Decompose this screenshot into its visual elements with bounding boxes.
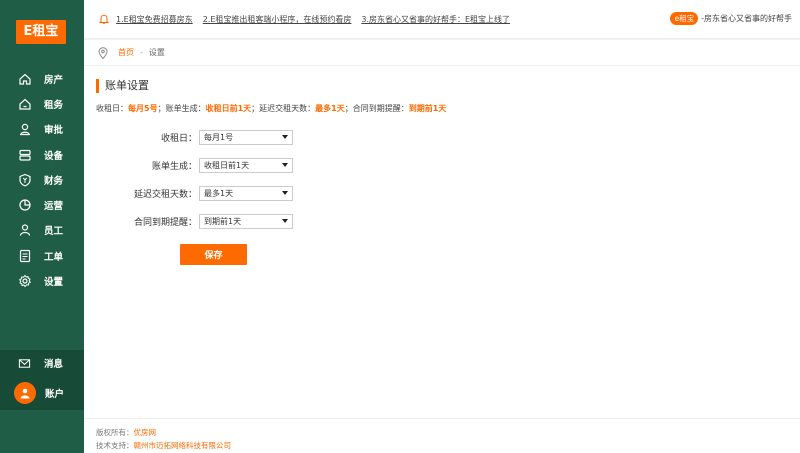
select-value: 最多1天 bbox=[204, 188, 234, 198]
sidebar-nav: 房产 租务 审批 设备 财务 运营 员工 工单 设置 bbox=[0, 66, 84, 294]
summary-key: ；合同到期提醒： bbox=[344, 104, 409, 113]
sidebar-item-label: 审批 bbox=[44, 125, 64, 137]
top-brand: e租宝 -房东省心又省事的好帮手 bbox=[670, 12, 792, 25]
sidebar: E租宝 房产 租务 审批 设备 财务 运营 员工 工单 设置 消息 账户 bbox=[0, 0, 84, 453]
form-row-bill-generation: 账单生成： 收租日前1天 bbox=[84, 157, 800, 173]
breadcrumb-current: 设置 bbox=[148, 48, 165, 57]
chevron-down-icon bbox=[282, 135, 288, 139]
sidebar-item-label: 房产 bbox=[44, 74, 64, 86]
home-key-icon bbox=[19, 98, 31, 110]
summary-value: 到期前1天 bbox=[408, 104, 447, 113]
contract-reminder-label: 合同到期提醒： bbox=[133, 217, 197, 228]
support-label: 技术支持： bbox=[96, 441, 134, 450]
person-icon bbox=[19, 224, 31, 237]
select-value: 收租日前1天 bbox=[204, 160, 250, 170]
contract-reminder-select[interactable]: 到期前1天 bbox=[199, 213, 293, 229]
bill-generation-select[interactable]: 收租日前1天 bbox=[199, 157, 293, 173]
sidebar-item-account[interactable]: 账户 bbox=[0, 380, 84, 406]
bill-generation-label: 账单生成： bbox=[151, 161, 197, 172]
sidebar-item-label: 设备 bbox=[44, 150, 64, 162]
sidebar-item-label: 工单 bbox=[44, 251, 64, 263]
gear-icon bbox=[18, 274, 32, 288]
rent-day-label: 收租日： bbox=[160, 133, 197, 144]
copyright-line: 版权所有：优房网 bbox=[96, 427, 156, 438]
sidebar-item-device[interactable]: 设备 bbox=[0, 142, 84, 167]
form-row-contract-reminder: 合同到期提醒： 到期前1天 bbox=[84, 213, 800, 229]
house-icon bbox=[19, 73, 31, 85]
chevron-down-icon bbox=[282, 191, 288, 195]
summary-key: 收租日： bbox=[96, 104, 128, 113]
chevron-down-icon bbox=[282, 163, 288, 167]
mail-icon bbox=[18, 358, 31, 368]
page-footer: 版权所有：优房网 技术支持：赣州市迈拓网络科技有限公司 bbox=[84, 418, 800, 453]
notice-list: 1.E租宝免费招募房东 2.E租宝推出租客端小程序，在线预约看房 3.房东省心又… bbox=[98, 13, 520, 25]
sidebar-item-label: 租务 bbox=[44, 99, 64, 111]
summary-key: ；延迟交租天数： bbox=[251, 104, 316, 113]
sidebar-item-label: 财务 bbox=[44, 175, 64, 187]
avatar bbox=[14, 382, 36, 404]
support-link[interactable]: 赣州市迈拓网络科技有限公司 bbox=[134, 441, 232, 450]
breadcrumb: 首页 - 设置 bbox=[84, 40, 800, 66]
sidebar-item-lease[interactable]: 租务 bbox=[0, 91, 84, 116]
messages-label: 消息 bbox=[44, 359, 64, 370]
document-icon bbox=[19, 249, 31, 262]
pie-chart-icon bbox=[19, 199, 31, 211]
sidebar-item-messages[interactable]: 消息 bbox=[0, 352, 84, 374]
copyright-label: 版权所有： bbox=[96, 428, 134, 437]
late-days-label: 延迟交租天数： bbox=[133, 189, 197, 200]
sidebar-item-staff[interactable]: 员工 bbox=[0, 218, 84, 243]
breadcrumb-separator: - bbox=[140, 48, 143, 57]
sidebar-item-settings[interactable]: 设置 bbox=[0, 268, 84, 293]
summary-value: 每月5号 bbox=[128, 104, 158, 113]
notice-link[interactable]: 2.E租宝推出租客端小程序，在线预约看房 bbox=[203, 14, 352, 25]
copyright-link[interactable]: 优房网 bbox=[134, 428, 157, 437]
bell-icon bbox=[98, 14, 110, 24]
support-line: 技术支持：赣州市迈拓网络科技有限公司 bbox=[96, 440, 231, 451]
sidebar-item-workorder[interactable]: 工单 bbox=[0, 243, 84, 268]
notice-link[interactable]: 1.E租宝免费招募房东 bbox=[116, 14, 193, 25]
user-icon bbox=[20, 388, 30, 399]
sidebar-item-label: 员工 bbox=[44, 226, 64, 238]
user-check-icon bbox=[20, 124, 30, 136]
form-row-late-days: 延迟交租天数： 最多1天 bbox=[84, 185, 800, 201]
settings-summary: 收租日：每月5号；账单生成：收租日前1天；延迟交租天数：最多1天；合同到期提醒：… bbox=[96, 103, 446, 114]
device-icon bbox=[19, 149, 31, 161]
page-title: 账单设置 bbox=[96, 79, 149, 93]
rent-day-select[interactable]: 每月1号 bbox=[199, 129, 293, 145]
summary-value: 最多1天 bbox=[315, 104, 345, 113]
sidebar-item-label: 运营 bbox=[44, 201, 64, 213]
logo-area: E租宝 bbox=[0, 0, 84, 48]
summary-value: 收租日前1天 bbox=[205, 104, 252, 113]
shield-yen-icon bbox=[19, 173, 31, 187]
form-row-rent-day: 收租日： 每月1号 bbox=[84, 129, 800, 145]
summary-key: ；账单生成： bbox=[157, 104, 206, 113]
select-value: 到期前1天 bbox=[204, 216, 242, 226]
location-pin-icon bbox=[98, 46, 108, 59]
breadcrumb-home[interactable]: 首页 bbox=[118, 47, 134, 58]
notice-link[interactable]: 3.房东省心又省事的好帮手：E租宝上线了 bbox=[361, 14, 510, 25]
brand-tagline: -房东省心又省事的好帮手 bbox=[701, 14, 792, 23]
sidebar-footer bbox=[0, 410, 84, 453]
select-value: 每月1号 bbox=[204, 132, 234, 142]
main-panel: 账单设置 收租日：每月5号；账单生成：收租日前1天；延迟交租天数：最多1天；合同… bbox=[84, 66, 800, 418]
sidebar-item-label: 设置 bbox=[44, 277, 64, 289]
sidebar-item-property[interactable]: 房产 bbox=[0, 66, 84, 91]
late-days-select[interactable]: 最多1天 bbox=[199, 185, 293, 201]
sidebar-item-finance[interactable]: 财务 bbox=[0, 167, 84, 192]
chevron-down-icon bbox=[282, 219, 288, 223]
brand-logo[interactable]: E租宝 bbox=[16, 20, 66, 44]
save-button[interactable]: 保存 bbox=[180, 244, 247, 265]
top-bar: 1.E租宝免费招募房东 2.E租宝推出租客端小程序，在线预约看房 3.房东省心又… bbox=[84, 0, 800, 39]
sidebar-item-operations[interactable]: 运营 bbox=[0, 192, 84, 217]
account-label: 账户 bbox=[45, 389, 65, 400]
brand-pill: e租宝 bbox=[670, 12, 699, 25]
sidebar-item-approval[interactable]: 审批 bbox=[0, 117, 84, 142]
